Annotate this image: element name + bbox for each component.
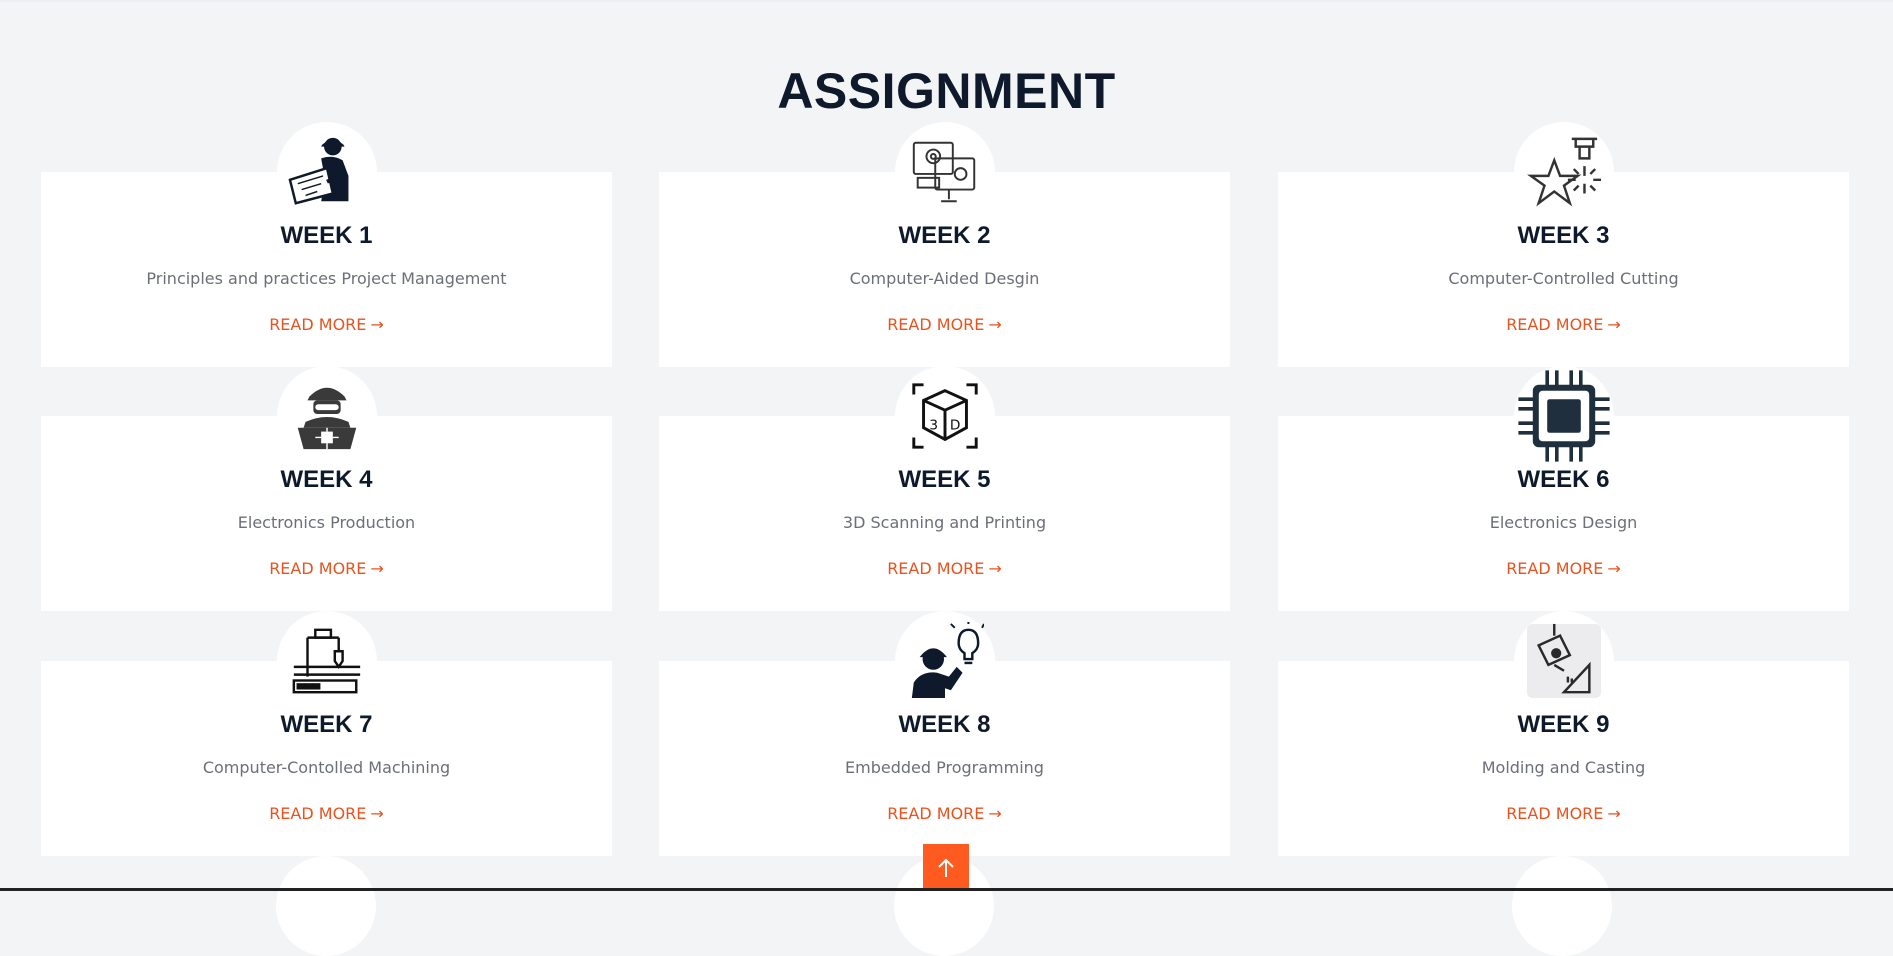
read-more-label: READ MORE xyxy=(1506,559,1604,578)
week-title: WEEK 2 xyxy=(898,222,991,249)
svg-text:3: 3 xyxy=(929,418,938,434)
assignment-card: WEEK 3 Computer-Controlled Cutting READ … xyxy=(1278,122,1849,367)
engineer-laptop-chip-icon xyxy=(276,366,377,466)
week-title: WEEK 1 xyxy=(280,222,373,249)
read-more-label: READ MORE xyxy=(1506,315,1604,334)
read-more-link[interactable]: READ MORE → xyxy=(41,559,612,578)
week-title: WEEK 6 xyxy=(1517,466,1610,493)
assignment-card: WEEK 4 Electronics Production READ MORE → xyxy=(41,366,612,611)
read-more-link[interactable]: READ MORE → xyxy=(659,559,1230,578)
week-description: Computer-Aided Desgin xyxy=(849,269,1040,288)
week-description: 3D Scanning and Printing xyxy=(842,513,1047,532)
week-description: Embedded Programming xyxy=(845,758,1044,777)
read-more-label: READ MORE xyxy=(269,315,367,334)
week-description: Molding and Casting xyxy=(1481,758,1646,777)
week-title: WEEK 9 xyxy=(1517,711,1610,738)
week-description: Computer-Controlled Cutting xyxy=(1448,269,1679,288)
engineer-blueprint-icon xyxy=(276,122,377,222)
arrow-right-icon: → xyxy=(1607,559,1621,578)
assignment-card: WEEK 7 Computer-Contolled Machining READ… xyxy=(41,611,612,856)
arrow-right-icon: → xyxy=(988,315,1002,334)
arrow-right-icon: → xyxy=(1607,804,1621,823)
read-more-label: READ MORE xyxy=(1506,804,1604,823)
week-title: WEEK 7 xyxy=(280,711,373,738)
read-more-label: READ MORE xyxy=(887,804,985,823)
read-more-link[interactable]: READ MORE → xyxy=(41,315,612,334)
week-title: WEEK 4 xyxy=(280,466,373,493)
week-title: WEEK 3 xyxy=(1517,222,1610,249)
next-card-icon-circle xyxy=(276,856,376,956)
laser-cutting-star-icon xyxy=(1513,122,1614,222)
arrow-right-icon: → xyxy=(1607,315,1621,334)
svg-text:D: D xyxy=(949,418,960,434)
microchip-icon xyxy=(1513,366,1614,466)
arrow-right-icon: → xyxy=(988,559,1002,578)
read-more-link[interactable]: READ MORE → xyxy=(659,315,1230,334)
assignment-card: 3 D WEEK 5 3D Scanning and Printing READ… xyxy=(659,366,1230,611)
read-more-link[interactable]: READ MORE → xyxy=(1278,315,1849,334)
assignment-card: WEEK 9 Molding and Casting READ MORE → xyxy=(1278,611,1849,856)
back-to-top-button[interactable] xyxy=(923,844,969,891)
week-description: Electronics Production xyxy=(237,513,416,532)
assignment-grid: WEEK 1 Principles and practices Project … xyxy=(0,0,1893,956)
week-description: Electronics Design xyxy=(1489,513,1638,532)
arrow-right-icon: → xyxy=(370,315,384,334)
cnc-machine-icon xyxy=(276,611,377,711)
week-description: Principles and practices Project Managem… xyxy=(146,269,507,288)
read-more-link[interactable]: READ MORE → xyxy=(1278,804,1849,823)
week-title: WEEK 8 xyxy=(898,711,991,738)
engineer-lightbulb-icon xyxy=(894,611,995,711)
read-more-label: READ MORE xyxy=(269,559,367,578)
read-more-label: READ MORE xyxy=(887,559,985,578)
arrow-right-icon: → xyxy=(988,804,1002,823)
assignment-card: WEEK 1 Principles and practices Project … xyxy=(41,122,612,367)
computer-design-icon xyxy=(894,122,995,222)
assignment-card: WEEK 6 Electronics Design READ MORE → xyxy=(1278,366,1849,611)
week-description: Computer-Contolled Machining xyxy=(202,758,451,777)
read-more-link[interactable]: READ MORE → xyxy=(1278,559,1849,578)
read-more-label: READ MORE xyxy=(887,315,985,334)
week-title: WEEK 5 xyxy=(898,466,991,493)
assignment-card: WEEK 8 Embedded Programming READ MORE → xyxy=(659,611,1230,856)
read-more-label: READ MORE xyxy=(269,804,367,823)
read-more-link[interactable]: READ MORE → xyxy=(41,804,612,823)
arrow-right-icon: → xyxy=(370,804,384,823)
arrow-up-icon xyxy=(938,858,954,877)
read-more-link[interactable]: READ MORE → xyxy=(659,804,1230,823)
arrow-right-icon: → xyxy=(370,559,384,578)
next-card-icon-circle xyxy=(1512,856,1612,956)
3d-scan-cube-icon: 3 D xyxy=(894,366,995,466)
assignment-card: WEEK 2 Computer-Aided Desgin READ MORE → xyxy=(659,122,1230,367)
casting-ladle-icon xyxy=(1513,611,1614,711)
